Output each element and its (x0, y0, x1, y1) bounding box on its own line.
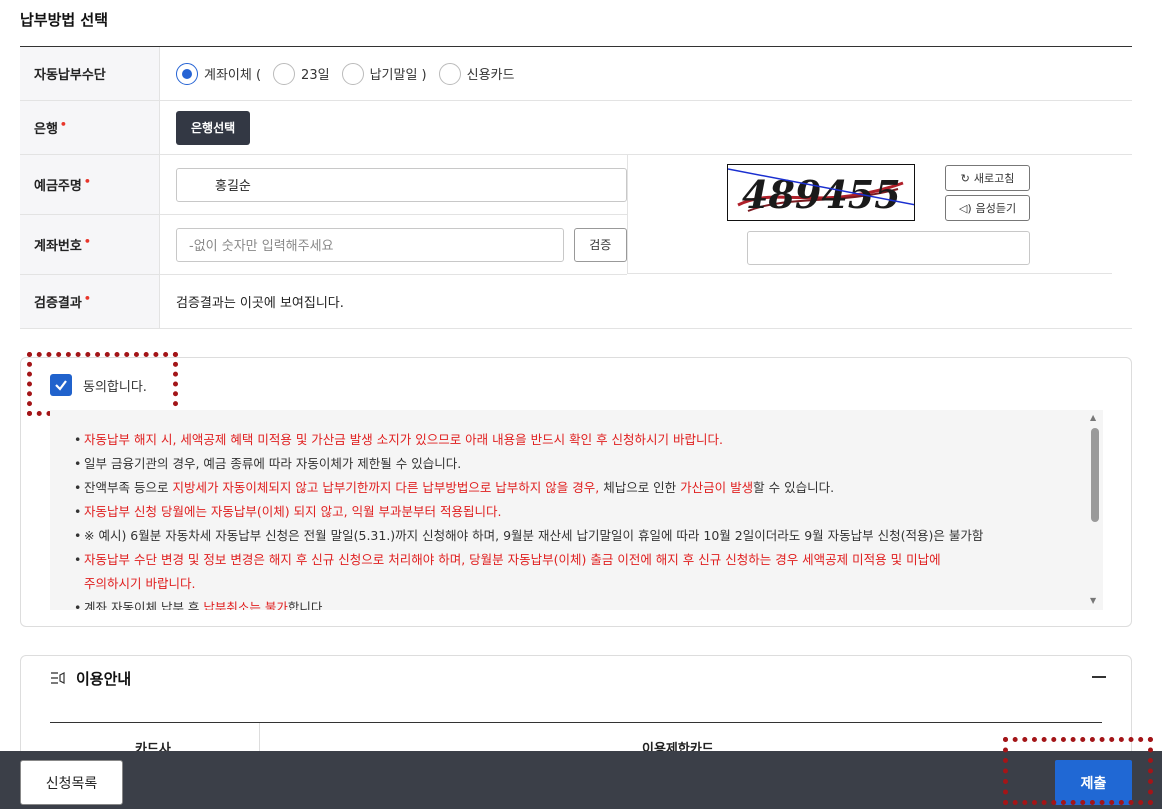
notice-text: 납부취소는 불가 (203, 600, 288, 610)
captcha-image: 489455 (727, 164, 915, 221)
highlight-annotation (1003, 737, 1153, 805)
captcha-code: 489455 (742, 172, 901, 217)
notice-item: 자동납부 신청 당월에는 자동납부(이체) 되지 않고, 익월 부과분부터 적용… (74, 500, 1103, 524)
notice-list: 자동납부 해지 시, 세액공제 혜택 미적용 및 가산금 발생 소지가 있으므로… (50, 410, 1103, 610)
notice-item: 계좌 자동이체 납부 후 납부취소는 불가합니다. (74, 596, 1103, 610)
bank-select-button[interactable]: 은행선택 (176, 110, 251, 145)
account-row: 계좌번호 • -없이 숫자만 입력해주세요 검증 (20, 215, 627, 275)
bank-label-text: 은행 (34, 122, 58, 137)
notice-text: 가산금이 발생 (680, 480, 754, 495)
scroll-up-arrow[interactable]: ▲ (1090, 413, 1096, 422)
application-list-button[interactable]: 신청목록 (20, 760, 123, 805)
notice-text: 자동납부 해지 시, 세액공제 혜택 미적용 및 가산금 발생 소지가 있으므로… (84, 432, 723, 447)
captcha-refresh-button[interactable]: ↻ 새로고침 (945, 165, 1030, 191)
holder-input[interactable]: 홍길순 (176, 167, 627, 202)
account-label: 계좌번호 • (20, 215, 160, 274)
notice-text: 자동납부 수단 변경 및 정보 변경은 해지 후 신규 신청으로 처리해야 하며… (84, 552, 941, 567)
account-label-text: 계좌번호 (34, 239, 82, 254)
result-cell: 검증결과는 이곳에 보여집니다. (161, 275, 1132, 328)
megaphone-icon (51, 672, 65, 684)
notice-text: ※ 예시) 6월분 자동차세 자동납부 신청은 전월 말일(5.31.)까지 신… (84, 528, 984, 543)
method-options: 계좌이체 ( 23일 납기말일 ) 신용카드 (161, 47, 1132, 100)
bank-cell: 은행선택 (161, 101, 1132, 154)
notice-item: 자동납부 수단 변경 및 정보 변경은 해지 후 신규 신청으로 처리해야 하며… (74, 548, 1103, 572)
audio-label: 음성듣기 (975, 202, 1017, 215)
notice-text: 지방세가 자동이체되지 않고 납부기한까지 다른 납부방법으로 납부하지 않을 … (172, 480, 600, 495)
radio-label: 납기말일 ) (369, 68, 427, 83)
radio-circle (176, 62, 198, 85)
captcha-input[interactable] (747, 231, 1030, 265)
notice-item: 주의하시기 바랍니다. (74, 572, 1103, 596)
radio-label: 계좌이체 ( (204, 68, 262, 83)
scroll-down-arrow[interactable]: ▼ (1090, 596, 1096, 605)
payment-form: 자동납부수단 계좌이체 ( 23일 납기말일 ) 신용카드 은행 • 은행선택 예… (20, 46, 1132, 329)
notice-text: 주의하시기 바랍니다. (84, 576, 196, 591)
method-row: 자동납부수단 계좌이체 ( 23일 납기말일 ) 신용카드 (20, 47, 1132, 101)
required-mark: • (83, 235, 91, 248)
scrollbar-thumb[interactable] (1091, 428, 1099, 522)
notice-text: 합니다. (287, 600, 327, 610)
captcha-audio-button[interactable]: ◁) 음성듣기 (945, 195, 1030, 221)
radio-circle (341, 62, 364, 85)
notice-text: 일부 금융기관의 경우, 예금 종류에 따라 자동이체가 제한될 수 있습니다. (84, 456, 462, 471)
radio-label: 신용카드 (466, 68, 515, 83)
radio-transfer[interactable]: 계좌이체 ( (176, 62, 262, 85)
collapse-icon[interactable] (1092, 676, 1106, 678)
speaker-icon: ◁) (958, 201, 972, 215)
refresh-label: 새로고침 (973, 172, 1015, 185)
captcha-graphic: 489455 (728, 168, 914, 217)
notice-item: 일부 금융기관의 경우, 예금 종류에 따라 자동이체가 제한될 수 있습니다. (74, 452, 1103, 476)
holder-cell: 홍길순 (161, 155, 627, 214)
account-input[interactable]: -없이 숫자만 입력해주세요 (176, 227, 564, 262)
notice-text: 체납으로 인한 (599, 480, 681, 495)
required-mark: • (83, 292, 91, 305)
notice-scroll-area[interactable]: 자동납부 해지 시, 세액공제 혜택 미적용 및 가산금 발생 소지가 있으므로… (50, 410, 1103, 610)
radio-card[interactable]: 신용카드 (438, 62, 515, 85)
notice-text: 계좌 자동이체 납부 후 (84, 600, 204, 610)
notice-text: 잔액부족 등으로 (84, 480, 173, 495)
result-label-text: 검증결과 (34, 296, 82, 311)
radio-label: 23일 (301, 68, 330, 83)
required-mark: • (83, 175, 91, 188)
result-text: 검증결과는 이곳에 보여집니다. (176, 296, 344, 311)
notice-item: 자동납부 해지 시, 세액공제 혜택 미적용 및 가산금 발생 소지가 있으므로… (74, 428, 1103, 452)
section-title: 납부방법 선택 (20, 11, 109, 29)
radio-circle (438, 62, 461, 85)
verify-button[interactable]: 검증 (573, 227, 627, 262)
notice-item: ※ 예시) 6월분 자동차세 자동납부 신청은 전월 말일(5.31.)까지 신… (74, 524, 1103, 548)
required-mark: • (59, 118, 67, 131)
result-row: 검증결과 • 검증결과는 이곳에 보여집니다. (20, 275, 1132, 329)
info-table-border (50, 722, 1102, 723)
bank-label: 은행 • (20, 101, 160, 154)
radio-circle (273, 62, 296, 85)
highlight-annotation (27, 352, 178, 416)
footer-bar (0, 751, 1162, 809)
notice-item: 잔액부족 등으로 지방세가 자동이체되지 않고 납부기한까지 다른 납부방법으로… (74, 476, 1103, 500)
info-title: 이용안내 (76, 670, 132, 688)
notice-text: 할 수 있습니다. (753, 480, 835, 495)
holder-label-text: 예금주명 (34, 179, 82, 194)
method-label: 자동납부수단 (20, 47, 160, 100)
holder-row: 예금주명 • 홍길순 (20, 155, 627, 215)
radio-duedate[interactable]: 납기말일 ) (341, 62, 427, 85)
radio-23day[interactable]: 23일 (273, 62, 330, 85)
notice-text: 자동납부 신청 당월에는 자동납부(이체) 되지 않고, 익월 부과분부터 적용… (84, 504, 502, 519)
bank-row: 은행 • 은행선택 (20, 101, 1132, 155)
info-column-divider (259, 723, 260, 753)
account-cell: -없이 숫자만 입력해주세요 검증 (161, 215, 627, 274)
refresh-icon: ↻ (960, 171, 970, 185)
result-label: 검증결과 • (20, 275, 160, 328)
holder-label: 예금주명 • (20, 155, 160, 214)
